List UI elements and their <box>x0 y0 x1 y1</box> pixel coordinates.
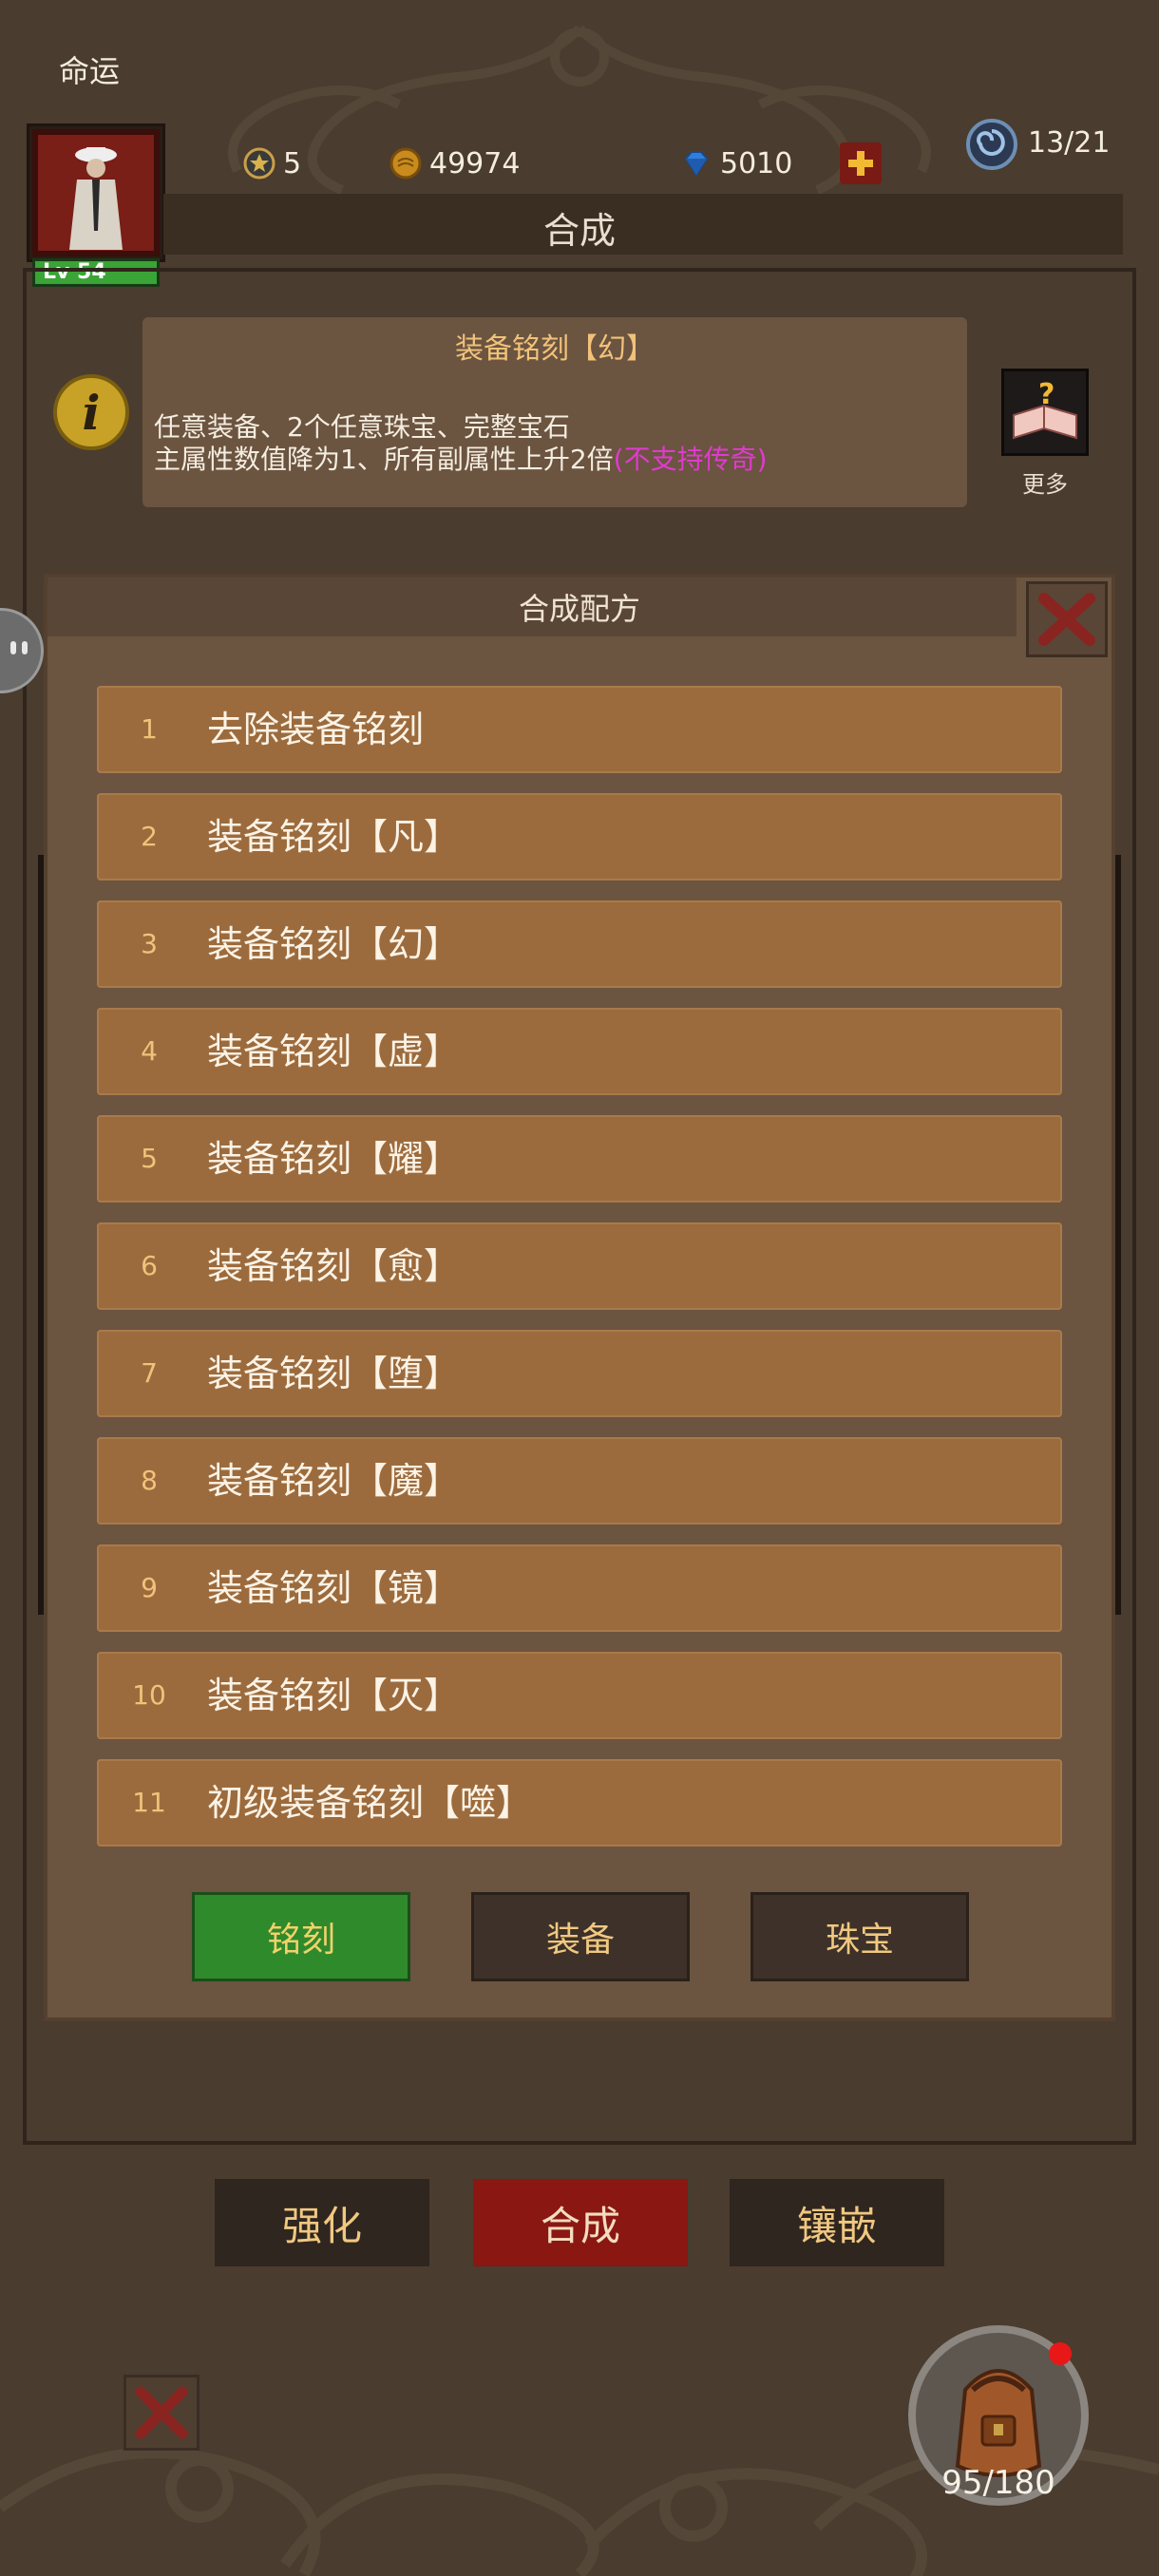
recipe-info-effect-text: 主属性数值降为1、所有副属性上升2倍 <box>154 444 614 475</box>
close-page-button[interactable] <box>124 2375 200 2451</box>
tab-inscription[interactable]: 铭刻 <box>192 1892 410 1981</box>
recipe-number: 4 <box>141 1035 158 1067</box>
stamina-swirl-icon <box>966 119 1017 170</box>
add-currency-button[interactable] <box>840 142 882 184</box>
stamina-value: 13/21 <box>1028 126 1111 160</box>
recipe-modal-title: 合成配方 <box>518 591 640 627</box>
svg-text:?: ? <box>1038 378 1054 411</box>
currency-gold: 49974 <box>390 142 520 184</box>
recipe-item[interactable]: 4 装备铭刻【虚】 <box>97 1008 1062 1095</box>
recipe-number: 3 <box>141 928 158 959</box>
diamond-icon <box>684 151 709 177</box>
nav-synthesis-button[interactable]: 合成 <box>473 2179 688 2266</box>
recipe-number: 9 <box>141 1572 158 1603</box>
recipe-name: 装备铭刻【堕】 <box>207 1353 461 1394</box>
more-label: 更多 <box>1022 471 1068 498</box>
tab-jewelry[interactable]: 珠宝 <box>750 1892 969 1981</box>
currency-stars: 5 <box>243 142 301 184</box>
side-edge-right <box>1115 855 1121 1615</box>
recipe-item[interactable]: 1 去除装备铭刻 <box>97 686 1062 773</box>
recipe-number: 6 <box>141 1250 158 1281</box>
app-title: 命运 <box>59 53 121 89</box>
recipe-item[interactable]: 8 装备铭刻【魔】 <box>97 1437 1062 1525</box>
recipe-name: 装备铭刻【镜】 <box>207 1567 461 1609</box>
recipe-name: 装备铭刻【凡】 <box>207 816 461 858</box>
nav-enhance-button[interactable]: 强化 <box>215 2179 429 2266</box>
currency-diamond: 5010 <box>680 142 792 184</box>
notification-dot <box>1049 2342 1072 2365</box>
currency-gold-value: 49974 <box>429 146 521 180</box>
currency-diamond-value: 5010 <box>720 146 793 180</box>
recipe-item[interactable]: 9 装备铭刻【镜】 <box>97 1544 1062 1632</box>
gold-coin-icon <box>390 147 422 180</box>
recipe-item[interactable]: 6 装备铭刻【愈】 <box>97 1222 1062 1310</box>
recipe-name: 装备铭刻【愈】 <box>207 1245 461 1287</box>
recipe-name: 装备铭刻【灭】 <box>207 1675 461 1716</box>
plus-icon <box>848 151 873 176</box>
currency-stars-value: 5 <box>283 146 302 180</box>
info-icon[interactable]: i <box>53 374 129 450</box>
more-book-button[interactable]: ? <box>1001 369 1089 456</box>
recipe-number: 1 <box>141 713 158 745</box>
recipe-item[interactable]: 7 装备铭刻【堕】 <box>97 1330 1062 1417</box>
recipe-name: 装备铭刻【虚】 <box>207 1031 461 1072</box>
recipe-item[interactable]: 2 装备铭刻【凡】 <box>97 793 1062 881</box>
page-title: 合成 <box>542 210 616 252</box>
modal-close-button[interactable] <box>1026 581 1108 657</box>
pause-icon <box>10 641 28 654</box>
nav-inlay-button[interactable]: 镶嵌 <box>730 2179 944 2266</box>
recipe-info-legend-note: (不支持传奇) <box>613 444 768 475</box>
top-ornament <box>228 25 931 195</box>
recipe-item[interactable]: 3 装备铭刻【幻】 <box>97 900 1062 988</box>
recipe-number: 8 <box>141 1465 158 1496</box>
recipe-number: 2 <box>141 821 158 852</box>
recipe-info-effect: 主属性数值降为1、所有副属性上升2倍(不支持传奇) <box>154 439 768 477</box>
close-icon <box>1038 593 1095 646</box>
recipe-item[interactable]: 11 初级装备铭刻【噬】 <box>97 1759 1062 1847</box>
help-book-icon: ? <box>1013 378 1077 440</box>
recipe-number: 11 <box>132 1787 166 1818</box>
star-medal-icon <box>243 147 276 180</box>
recipe-item[interactable]: 10 装备铭刻【灭】 <box>97 1652 1062 1739</box>
recipe-name: 装备铭刻【魔】 <box>207 1460 461 1502</box>
recipe-number: 5 <box>141 1143 158 1174</box>
recipe-item[interactable]: 5 装备铭刻【耀】 <box>97 1115 1062 1203</box>
recipe-info-title: 装备铭刻【幻】 <box>455 332 655 366</box>
recipe-name: 装备铭刻【耀】 <box>207 1138 461 1180</box>
recipe-name: 去除装备铭刻 <box>207 709 425 750</box>
recipe-number: 7 <box>141 1357 158 1389</box>
recipe-name: 装备铭刻【幻】 <box>207 923 461 965</box>
recipe-name: 初级装备铭刻【噬】 <box>207 1782 533 1824</box>
recipe-number: 10 <box>132 1679 166 1711</box>
close-icon <box>135 2386 188 2439</box>
bag-capacity: 95/180 <box>941 2464 1055 2502</box>
tab-equipment[interactable]: 装备 <box>471 1892 690 1981</box>
